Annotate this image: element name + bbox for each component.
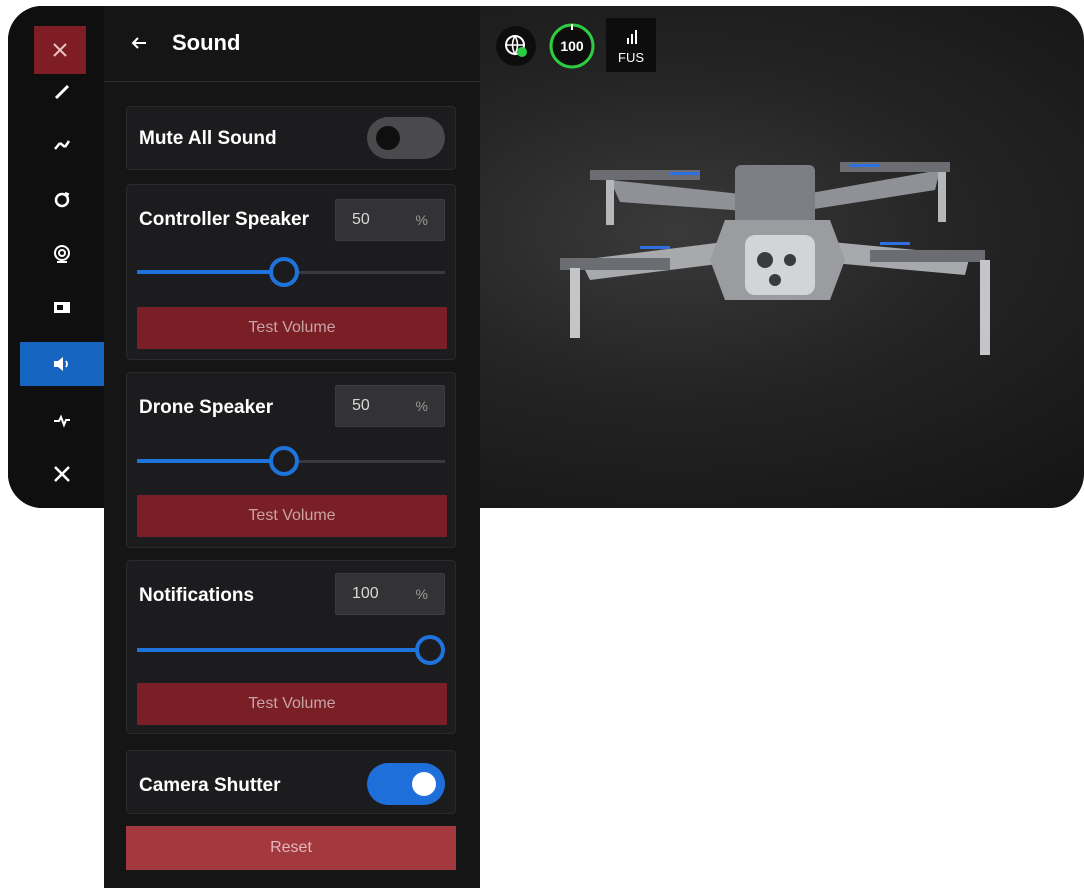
drone-speaker-value: 50 [352,397,370,414]
controller-speaker-label: Controller Speaker [139,209,309,230]
rail-item-display[interactable] [20,286,104,330]
slider-thumb[interactable] [269,446,299,476]
sync-icon [54,192,70,208]
rail-item-diagnostics[interactable] [20,398,104,442]
drone-test-volume-button[interactable]: Test Volume [137,495,447,537]
tools-icon [54,466,70,482]
at-sign-icon [54,245,70,263]
nav-rail [8,6,104,508]
drone-image [560,162,990,355]
notifications-slider[interactable] [137,635,445,665]
sound-settings-panel: Sound Mute All Sound Controller Speaker … [104,6,480,888]
rail-item-sync[interactable] [20,178,104,222]
percent-unit: % [415,398,428,414]
mute-all-toggle[interactable] [367,117,445,159]
toggle-knob [376,126,400,150]
notifications-input[interactable]: 100 % [335,573,445,615]
rail-item-tools[interactable] [20,452,104,496]
signal-indicator[interactable]: FUS [606,18,656,72]
back-arrow-icon[interactable] [130,34,148,52]
signal-bars-icon [627,30,637,44]
panel-header: Sound [104,6,480,82]
mute-all-label: Mute All Sound [139,128,277,149]
rail-item-sound[interactable] [20,342,104,386]
percent-unit: % [415,212,428,228]
controller-test-volume-button[interactable]: Test Volume [137,307,447,349]
slider-fill [137,648,430,652]
rail-item-edit[interactable] [20,70,104,114]
drone-speaker-input[interactable]: 50 % [335,385,445,427]
notifications-label: Notifications [139,585,255,606]
camera-shutter-toggle[interactable] [367,763,445,805]
notifications-test-volume-button[interactable]: Test Volume [137,683,447,725]
drone-speaker-card: Drone Speaker 50 % Test Volume [126,372,456,548]
notifications-value: 100 [352,585,379,602]
toggle-knob [412,772,436,796]
close-icon [53,43,67,57]
rail-item-flight[interactable] [20,122,104,166]
battery-indicator[interactable]: 100 [548,22,596,70]
mute-all-card: Mute All Sound [126,106,456,170]
drone-speaker-label: Drone Speaker [139,397,274,418]
camera-shutter-label: Camera Shutter [139,775,281,796]
signal-label: FUS [618,50,644,65]
slider-thumb[interactable] [415,635,445,665]
connection-status[interactable] [496,26,536,66]
pulse-icon [54,414,70,428]
flight-icon [54,140,71,150]
slider-fill [137,270,284,274]
controller-speaker-input[interactable]: 50 % [335,199,445,241]
pen-icon [54,84,70,100]
speaker-icon [54,357,68,371]
camera-shutter-card: Camera Shutter [126,750,456,814]
notifications-card: Notifications 100 % Test Volume [126,560,456,734]
battery-level: 100 [560,38,584,54]
close-button[interactable] [34,26,86,74]
rail-item-tracking[interactable] [20,232,104,276]
slider-fill [137,459,284,463]
page-title: Sound [172,30,241,55]
slider-thumb[interactable] [269,257,299,287]
controller-speaker-slider[interactable] [137,257,445,287]
controller-speaker-value: 50 [352,211,370,228]
drone-speaker-slider[interactable] [137,446,445,476]
globe-icon [505,35,527,57]
percent-unit: % [415,586,428,602]
controller-speaker-card: Controller Speaker 50 % Test Volume [126,184,456,360]
display-icon [54,302,70,313]
reset-button[interactable]: Reset [126,826,456,870]
